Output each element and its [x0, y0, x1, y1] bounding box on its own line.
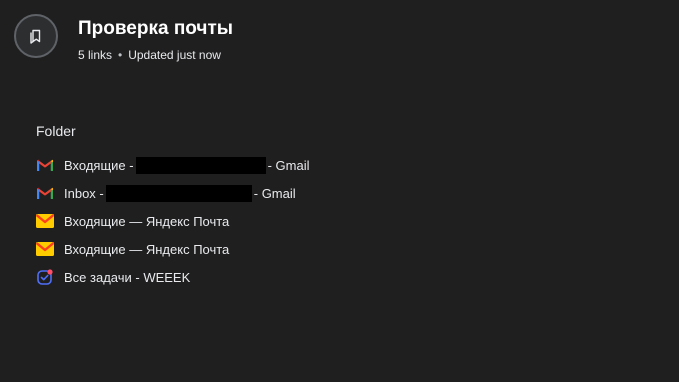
link-title-prefix: Входящие -: [64, 157, 134, 173]
link-title: Входящие — Яндекс Почта: [64, 241, 230, 257]
gmail-icon: [36, 156, 54, 174]
collection-header: Проверка почты 5 links • Updated just now: [14, 14, 233, 63]
link-title-suffix: - Gmail: [267, 157, 310, 173]
collection-info: Проверка почты 5 links • Updated just now: [78, 17, 233, 63]
link-item-gmail-inbox-en[interactable]: Inbox - - Gmail: [36, 179, 309, 207]
gmail-icon: [36, 184, 54, 202]
updated-status: Updated just now: [128, 48, 221, 62]
link-title: Все задачи - WEEEK: [64, 269, 191, 285]
link-item-yandex-mail-2[interactable]: Входящие — Яндекс Почта: [36, 235, 309, 263]
redacted-text: [135, 156, 266, 174]
folder-heading: Folder: [36, 123, 76, 139]
collection-title: Проверка почты: [78, 18, 233, 39]
yandex-mail-icon: [36, 212, 54, 230]
link-count: 5 links: [78, 48, 113, 62]
link-item-yandex-mail-1[interactable]: Входящие — Яндекс Почта: [36, 207, 309, 235]
link-list: Входящие - - Gmail Inbox - - Gmail Входя…: [36, 151, 309, 291]
link-title: Входящие — Яндекс Почта: [64, 213, 230, 229]
meta-separator: •: [118, 48, 123, 62]
link-item-weeek-tasks[interactable]: Все задачи - WEEEK: [36, 263, 309, 291]
bookmarks-icon: [30, 29, 41, 44]
link-title-suffix: - Gmail: [253, 185, 296, 201]
weeek-icon: [36, 268, 54, 286]
reading-list-page: Проверка почты 5 links • Updated just now …: [0, 0, 679, 382]
link-title-prefix: Inbox -: [64, 185, 104, 201]
collection-meta: 5 links • Updated just now: [78, 47, 233, 63]
link-item-gmail-inbox-ru[interactable]: Входящие - - Gmail: [36, 151, 309, 179]
yandex-mail-icon: [36, 240, 54, 258]
collection-icon: [14, 14, 58, 58]
redacted-text: [105, 184, 252, 202]
